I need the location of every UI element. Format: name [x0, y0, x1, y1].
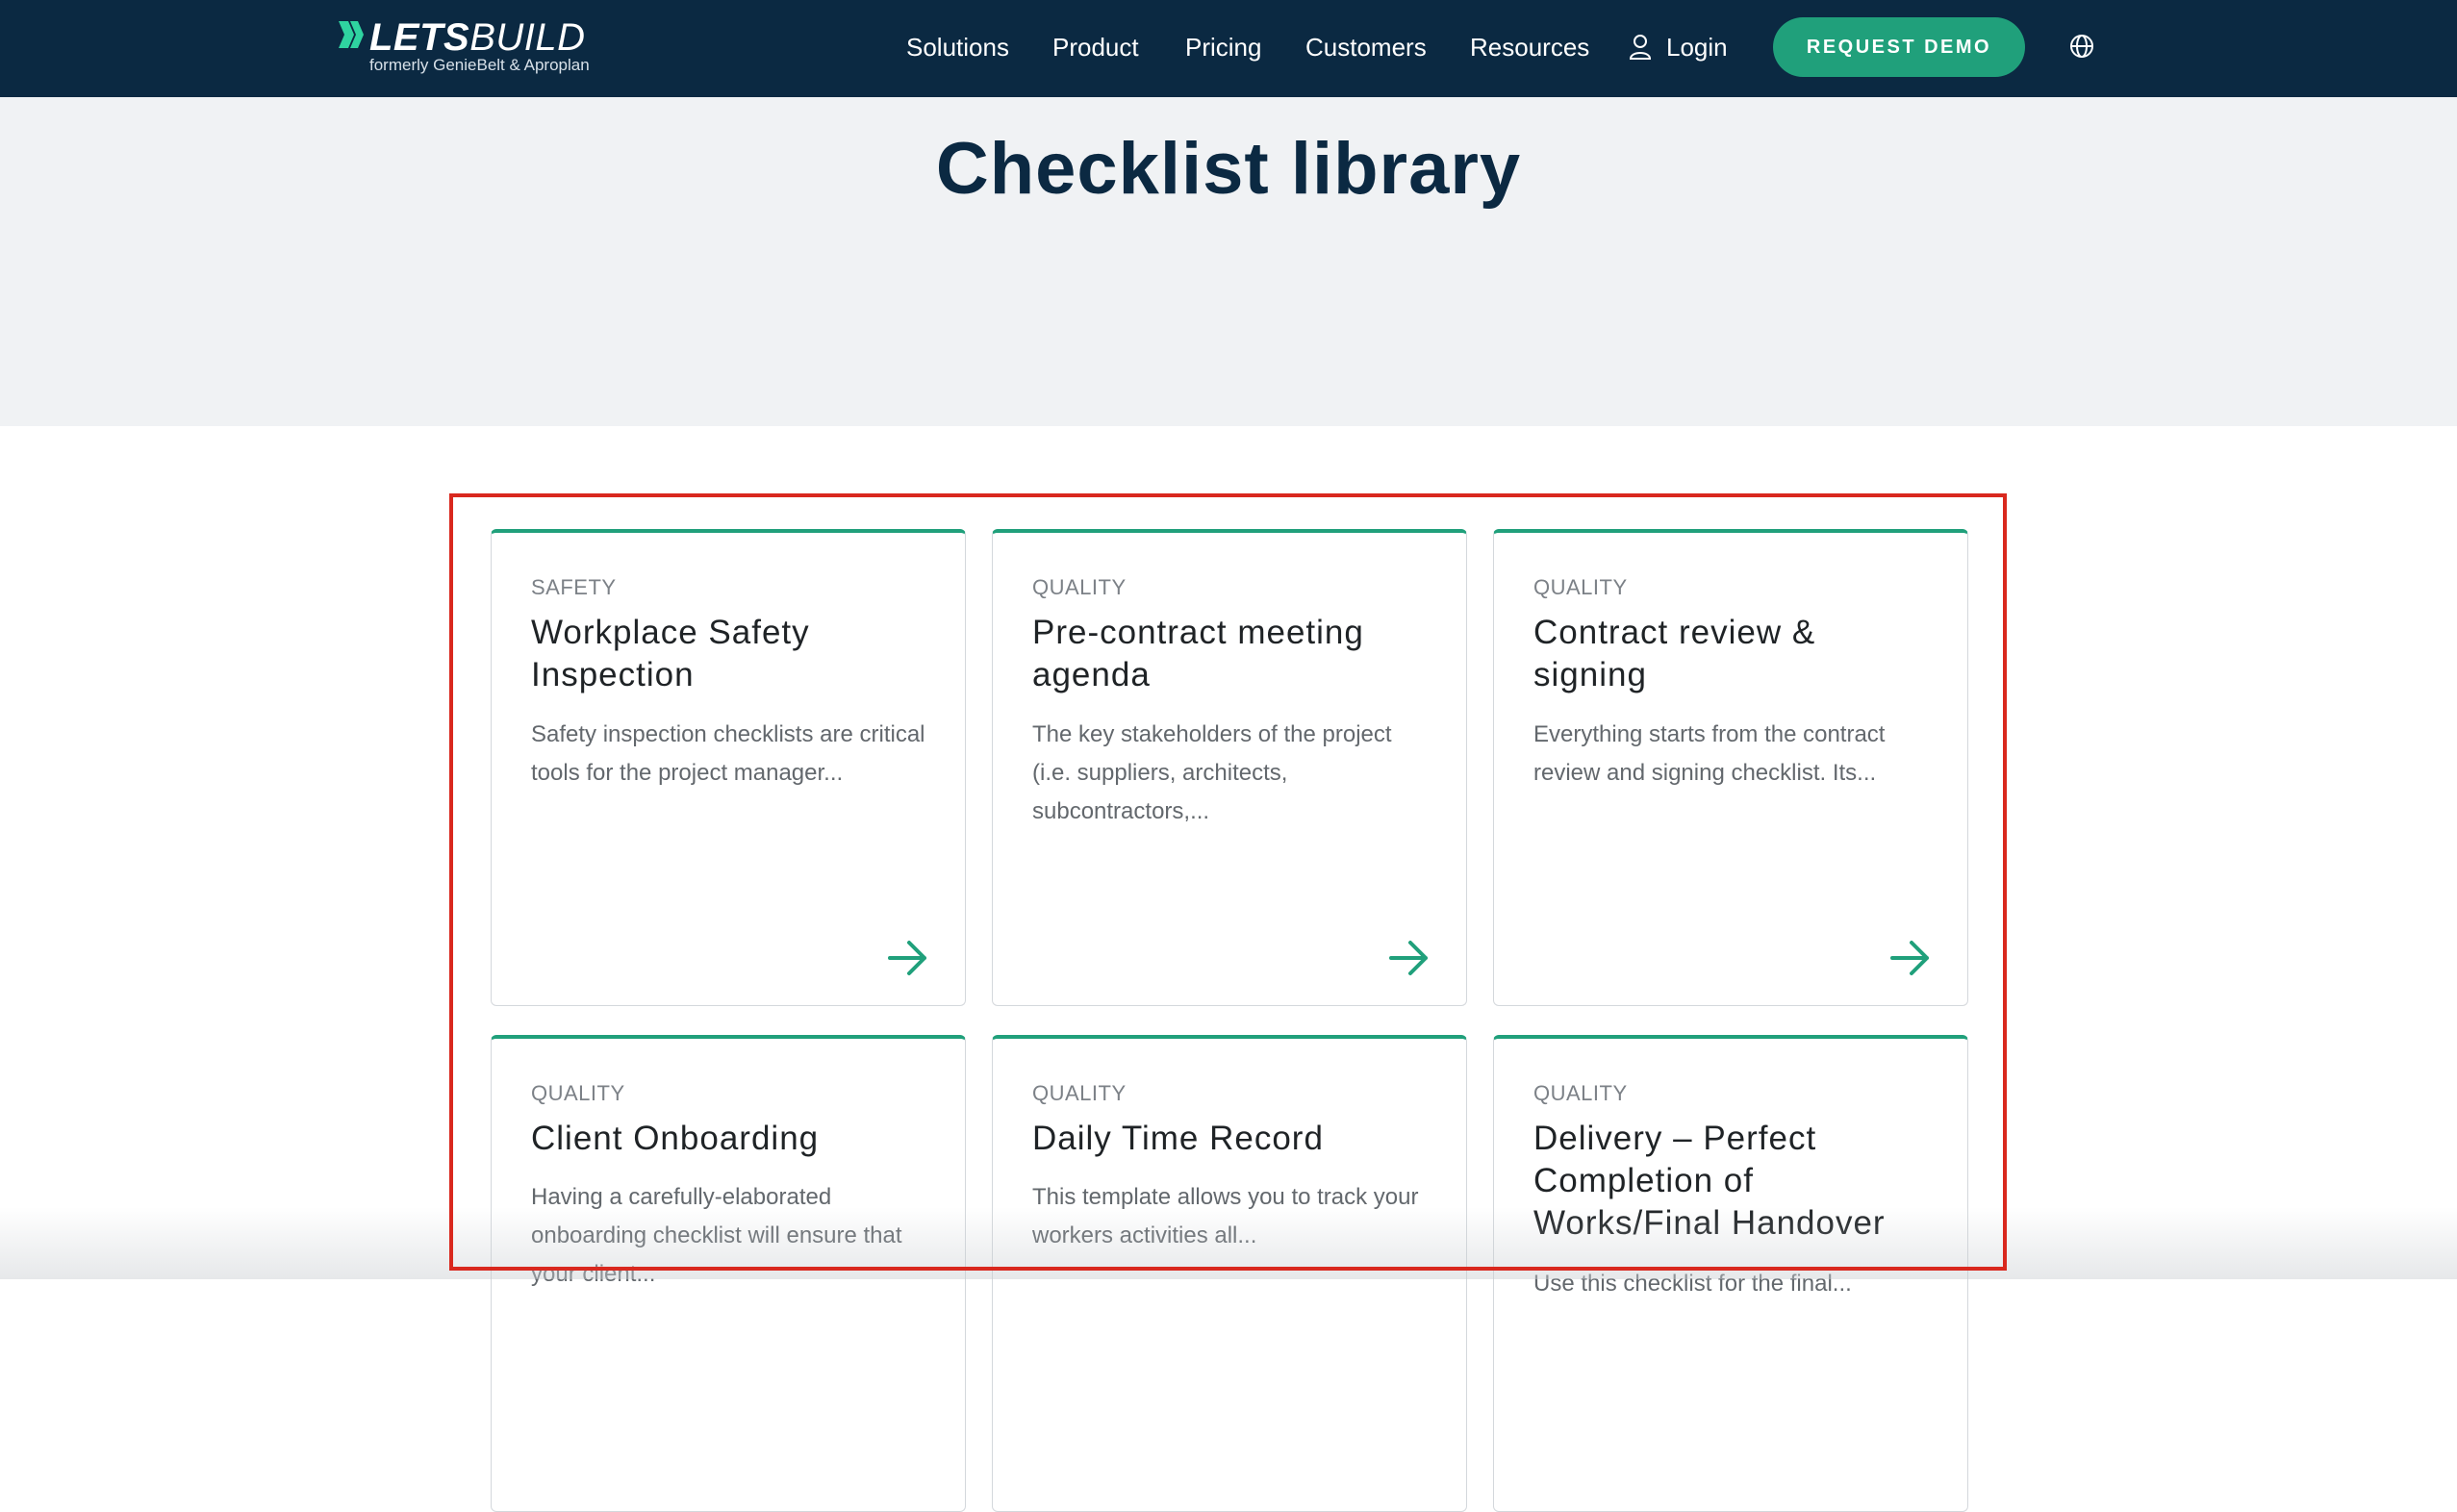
card-description: Use this checklist for the final... — [1533, 1271, 1852, 1297]
checklist-card[interactable]: QUALITY Delivery – Perfect Completion of… — [1493, 1035, 1968, 1512]
card-title: Daily Time Record — [1032, 1120, 1324, 1157]
arrow-right-icon[interactable] — [1388, 939, 1431, 977]
nav-pricing[interactable]: Pricing — [1185, 29, 1261, 65]
checklist-card[interactable]: QUALITY Daily Time Record This template … — [992, 1035, 1467, 1512]
checklist-card[interactable]: SAFETY Workplace Safety Inspection Safet… — [491, 529, 966, 1006]
card-description: This template allows you to track your w… — [1032, 1184, 1419, 1248]
card-title: Workplace Safety Inspection — [531, 614, 810, 693]
login-link[interactable]: Login — [1666, 29, 1728, 65]
card-description: The key stakeholders of the project (i.e… — [1032, 721, 1392, 824]
page-title: Checklist library — [935, 128, 1522, 210]
card-category: QUALITY — [1533, 575, 1628, 599]
card-description: Having a carefully-elaborated onboarding… — [531, 1184, 902, 1287]
nav-product[interactable]: Product — [1052, 29, 1139, 65]
card-description: Safety inspection checklists are critica… — [531, 721, 925, 786]
logo-wordmark: LETSBUILD — [369, 16, 586, 59]
nav-solutions[interactable]: Solutions — [906, 29, 1009, 65]
globe-icon[interactable] — [2069, 34, 2094, 59]
card-title: Delivery – Perfect Completion of Works/F… — [1533, 1120, 1886, 1242]
checklist-card[interactable]: QUALITY Contract review & signing Everyt… — [1493, 529, 1968, 1006]
logo-mark-icon — [339, 21, 364, 48]
checklist-card[interactable]: QUALITY Pre-contract meeting agenda The … — [992, 529, 1467, 1006]
request-demo-button[interactable]: REQUEST DEMO — [1773, 17, 2025, 77]
nav-resources[interactable]: Resources — [1470, 29, 1589, 65]
card-category: SAFETY — [531, 575, 617, 599]
card-title: Client Onboarding — [531, 1120, 820, 1157]
card-category: QUALITY — [1032, 1081, 1127, 1105]
card-description: Everything starts from the contract revi… — [1533, 721, 1886, 786]
nav-customers[interactable]: Customers — [1305, 29, 1427, 65]
checklist-card[interactable]: QUALITY Client Onboarding Having a caref… — [491, 1035, 966, 1512]
user-icon — [1629, 35, 1652, 60]
arrow-right-icon[interactable] — [1889, 939, 1932, 977]
card-category: QUALITY — [1032, 575, 1127, 599]
card-category: QUALITY — [1533, 1081, 1628, 1105]
card-title: Pre-contract meeting agenda — [1032, 614, 1364, 693]
arrow-right-icon[interactable] — [887, 939, 929, 977]
letsbuild-logo[interactable]: LETSBUILD formerly GenieBelt & Aproplan — [337, 17, 625, 77]
card-title: Contract review & signing — [1533, 614, 1816, 693]
logo-subtitle: formerly GenieBelt & Aproplan — [369, 56, 590, 74]
top-navbar: LETSBUILD formerly GenieBelt & Aproplan … — [0, 0, 2457, 97]
card-category: QUALITY — [531, 1081, 625, 1105]
